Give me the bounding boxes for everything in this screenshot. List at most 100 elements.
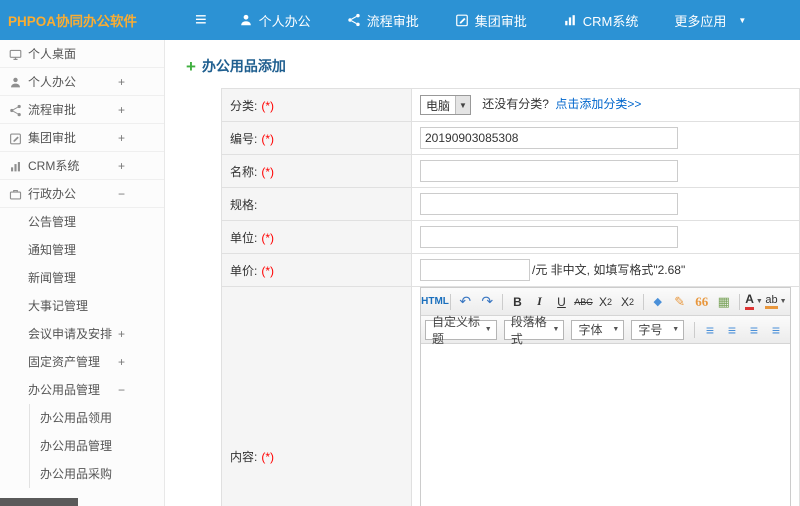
form-row-content: 内容: (*) HTML ↶ ↷ B I U ABC X 2 X 2 ◆ ✎ 6… bbox=[221, 286, 800, 506]
sidebar-item-meeting-request[interactable]: 会议申请及安排 + bbox=[0, 320, 164, 348]
field-cell: 电脑 ▼ 还没有分类? 点击添加分类>> bbox=[411, 88, 800, 122]
add-category-link[interactable]: 点击添加分类>> bbox=[555, 97, 641, 111]
align-justify-icon[interactable]: ≡ bbox=[766, 320, 786, 340]
field-label-cell: 分类: (*) bbox=[221, 88, 412, 122]
add-icon: + bbox=[186, 56, 196, 76]
hamburger-menu-icon[interactable]: ≡ bbox=[195, 10, 207, 30]
nav-more-apps[interactable]: 更多应用 ▼ bbox=[674, 11, 746, 30]
expand-toggle[interactable]: + bbox=[118, 68, 125, 96]
sidebar-item-label: 通知管理 bbox=[28, 243, 77, 257]
collapse-toggle[interactable]: − bbox=[118, 376, 125, 404]
editor-content-area[interactable] bbox=[421, 344, 790, 506]
sidebar-item-news-mgmt[interactable]: 新闻管理 bbox=[0, 264, 164, 292]
expand-toggle[interactable]: + bbox=[118, 96, 125, 124]
align-right-icon[interactable]: ≡ bbox=[744, 320, 764, 340]
subscript-base: X bbox=[620, 294, 629, 309]
flow-icon bbox=[9, 104, 22, 117]
subscript-button[interactable]: X2 bbox=[618, 292, 638, 312]
name-input[interactable] bbox=[420, 160, 678, 182]
page: PHPOA协同办公软件 ≡ 个人办公 流程审批 集团审批 CRM系统 更多应用 … bbox=[0, 0, 800, 506]
font-size-select[interactable]: 字号 ▼ bbox=[631, 319, 685, 340]
required-marker: (*) bbox=[261, 263, 275, 278]
approval-icon bbox=[455, 13, 469, 27]
sidebar-item-supplies-purchase[interactable]: 办公用品采购 bbox=[30, 460, 164, 488]
sidebar-item-personal-desktop[interactable]: 个人桌面 bbox=[0, 40, 164, 68]
sidebar-item-notice-mgmt[interactable]: 通知管理 bbox=[0, 236, 164, 264]
field-label: 编号: bbox=[230, 131, 258, 146]
page-title-row: + 办公用品添加 bbox=[186, 56, 800, 76]
nav-personal-office[interactable]: 个人办公 bbox=[239, 11, 311, 30]
superscript-button[interactable]: X2 bbox=[596, 292, 616, 312]
category-select[interactable]: 电脑 ▼ bbox=[420, 95, 471, 115]
required-marker: (*) bbox=[261, 449, 275, 464]
nav-flow-approval[interactable]: 流程审批 bbox=[347, 11, 419, 30]
sidebar-item-flow-approval[interactable]: 流程审批 + bbox=[0, 96, 164, 124]
sidebar-item-admin-office[interactable]: 行政办公 − bbox=[0, 180, 164, 208]
chart-icon bbox=[9, 160, 22, 173]
required-marker: (*) bbox=[261, 131, 275, 146]
bold-button[interactable]: B bbox=[508, 292, 528, 312]
price-input[interactable] bbox=[420, 259, 530, 281]
sidebar-item-announcement-mgmt[interactable]: 公告管理 bbox=[0, 208, 164, 236]
nav-group-approval[interactable]: 集团审批 bbox=[455, 11, 527, 30]
sidebar: 个人桌面 个人办公 + 流程审批 + 集团审批 + CRM系统 + 行政办公 − bbox=[0, 40, 165, 506]
sidebar-item-events-mgmt[interactable]: 大事记管理 bbox=[0, 292, 164, 320]
highlight-label: ab bbox=[765, 294, 778, 310]
italic-button[interactable]: I bbox=[530, 292, 550, 312]
align-left-icon[interactable]: ≡ bbox=[700, 320, 720, 340]
superscript-base: X bbox=[598, 294, 607, 309]
sidebar-item-label: CRM系统 bbox=[28, 159, 80, 173]
sidebar-item-group-approval[interactable]: 集团审批 + bbox=[0, 124, 164, 152]
font-color-button[interactable]: A ▼ bbox=[744, 292, 764, 312]
required-marker: (*) bbox=[261, 164, 275, 179]
caret-down-icon: ▼ bbox=[484, 326, 492, 333]
font-color-label: A bbox=[745, 293, 754, 310]
code-input[interactable] bbox=[420, 127, 678, 149]
strikethrough-button[interactable]: ABC bbox=[574, 292, 594, 312]
nav-label: CRM系统 bbox=[582, 13, 639, 29]
paragraph-format-value: 段落格式 bbox=[510, 314, 547, 346]
nav-crm-system[interactable]: CRM系统 bbox=[563, 11, 639, 30]
editor-toolbar-row2: 自定义标题 ▼ 段落格式 ▼ 字体 ▼ 字号 ▼ ≡ ≡ ≡ ≡ bbox=[421, 315, 790, 346]
align-center-icon[interactable]: ≡ bbox=[722, 320, 742, 340]
expand-toggle[interactable]: + bbox=[118, 348, 125, 376]
sidebar-item-crm-system[interactable]: CRM系统 + bbox=[0, 152, 164, 180]
paragraph-format-select[interactable]: 段落格式 ▼ bbox=[503, 315, 565, 346]
underline-button[interactable]: U bbox=[552, 292, 572, 312]
sidebar-item-supplies-requisition[interactable]: 办公用品领用 bbox=[30, 404, 164, 432]
expand-toggle[interactable]: + bbox=[118, 152, 125, 180]
sidebar-item-fixed-assets[interactable]: 固定资产管理 + bbox=[0, 348, 164, 376]
heading-style-value: 自定义标题 bbox=[432, 314, 481, 346]
form-row-unit: 单位: (*) bbox=[221, 220, 800, 254]
heading-style-select[interactable]: 自定义标题 ▼ bbox=[425, 315, 497, 346]
remove-format-icon[interactable]: ◆ bbox=[648, 292, 668, 312]
caret-down-icon: ▼ bbox=[779, 298, 787, 305]
app-logo[interactable]: PHPOA协同办公软件 bbox=[0, 10, 165, 30]
horizontal-scrollbar-thumb[interactable] bbox=[0, 498, 78, 506]
collapse-toggle[interactable]: − bbox=[118, 180, 125, 208]
main-content: + 办公用品添加 分类: (*) 电脑 ▼ 还没有分类? 点击添加分类>> 编号… bbox=[166, 40, 800, 506]
expand-toggle[interactable]: + bbox=[118, 124, 125, 152]
top-nav: 个人办公 流程审批 集团审批 CRM系统 更多应用 ▼ bbox=[239, 11, 746, 30]
undo-icon[interactable]: ↶ bbox=[455, 292, 475, 312]
table-icon[interactable]: ▦ bbox=[714, 292, 734, 312]
caret-down-icon: ▼ bbox=[455, 96, 470, 114]
caret-down-icon: ▼ bbox=[612, 326, 620, 333]
field-label: 分类: bbox=[230, 98, 258, 113]
unit-input[interactable] bbox=[420, 226, 678, 248]
subscript-idx: 2 bbox=[629, 296, 635, 307]
form-row-price: 单价: (*) /元 非中文, 如填写格式"2.68" bbox=[221, 253, 800, 287]
highlight-color-button[interactable]: ab ▼ bbox=[765, 292, 787, 312]
redo-icon[interactable]: ↷ bbox=[477, 292, 497, 312]
sidebar-item-supplies-manage[interactable]: 办公用品管理 bbox=[30, 432, 164, 460]
sidebar-item-office-supplies-mgmt[interactable]: 办公用品管理 − bbox=[0, 376, 164, 404]
office-icon bbox=[9, 188, 22, 201]
font-family-select[interactable]: 字体 ▼ bbox=[571, 319, 625, 340]
expand-toggle[interactable]: + bbox=[118, 320, 125, 348]
blockquote-button[interactable]: 66 bbox=[692, 292, 712, 312]
html-source-button[interactable]: HTML bbox=[421, 292, 449, 312]
format-painter-icon[interactable]: ✎ bbox=[670, 292, 690, 312]
sidebar-item-personal-office[interactable]: 个人办公 + bbox=[0, 68, 164, 96]
form-row-category: 分类: (*) 电脑 ▼ 还没有分类? 点击添加分类>> bbox=[221, 88, 800, 122]
spec-input[interactable] bbox=[420, 193, 678, 215]
